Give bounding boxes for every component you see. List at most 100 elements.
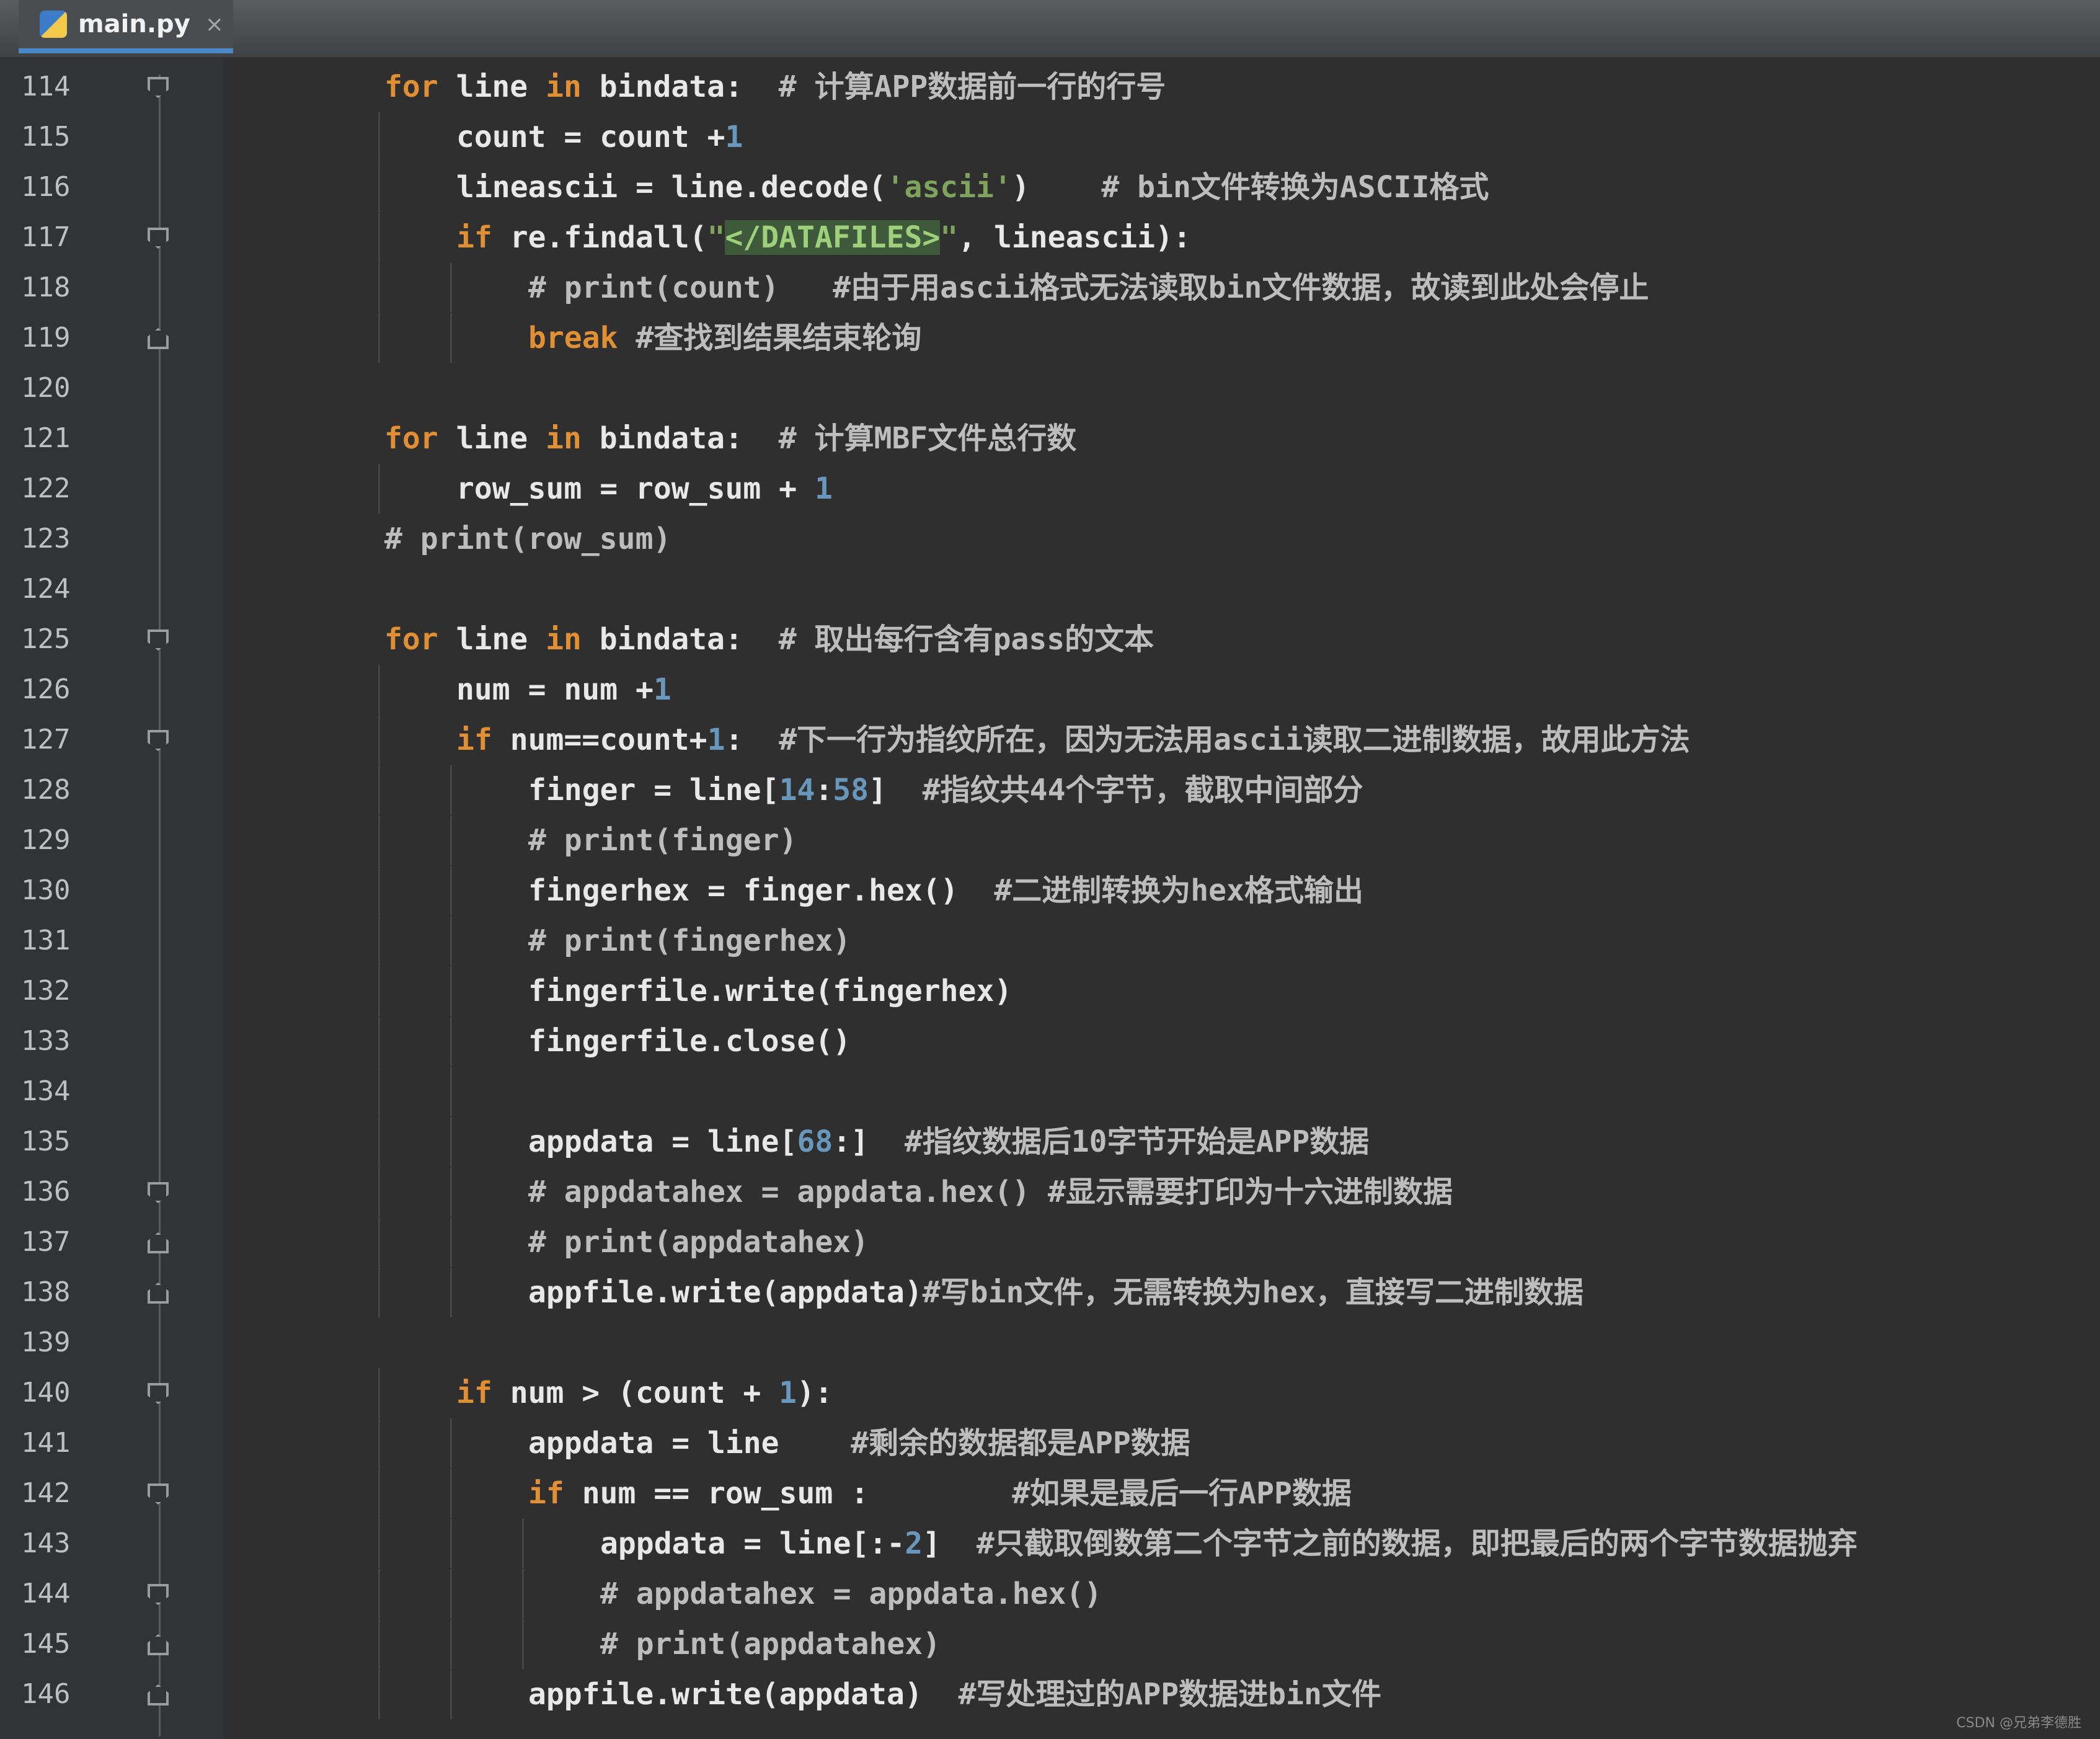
code-line[interactable]: 122 row_sum = row_sum + 1 <box>0 464 2100 514</box>
indent-guide <box>450 1167 452 1217</box>
code-line[interactable]: 121 for line in bindata: # 计算MBF文件总行数 <box>0 414 2100 463</box>
keyword-token: in <box>546 69 582 104</box>
fold-end-icon[interactable] <box>148 328 169 349</box>
fold-end-icon[interactable] <box>148 1634 169 1655</box>
tab-main-py[interactable]: main.py × <box>19 0 233 53</box>
python-file-icon <box>40 11 67 38</box>
code-text: if num > (count + 1): <box>456 1368 833 1418</box>
code-text: for line in bindata: # 取出每行含有pass的文本 <box>384 615 1154 664</box>
comment-token: #如果是最后一行APP数据 <box>1012 1476 1352 1511</box>
code-line[interactable]: 130 fingerhex = finger.hex() #二进制转换为hex格式… <box>0 866 2100 915</box>
fold-start-icon[interactable] <box>148 77 169 98</box>
code-text: # print(fingerhex) <box>528 916 851 966</box>
code-line[interactable]: 135 appdata = line[68:] #指纹数据后10字节开始是APP数… <box>0 1117 2100 1167</box>
indent-guide <box>378 263 380 313</box>
code-token: appfile.write(appdata) <box>528 1275 923 1310</box>
comment-token: #剩余的数据都是APP数据 <box>851 1426 1190 1461</box>
indent-guide <box>378 1569 380 1619</box>
code-line[interactable]: 124 <box>0 564 2100 614</box>
keyword-token: in <box>546 421 582 456</box>
indent-guide <box>378 1217 380 1267</box>
fold-end-icon[interactable] <box>148 1684 169 1706</box>
close-icon[interactable]: × <box>205 12 224 37</box>
code-line[interactable]: 117 if re.findall("</DATAFILES>", lineasc… <box>0 213 2100 262</box>
comment-token: #写处理过的APP数据进bin文件 <box>958 1677 1381 1712</box>
watermark: CSDN @兄弟李德胜 <box>1956 1715 2081 1731</box>
code-line[interactable]: 123 # print(row_sum) <box>0 514 2100 564</box>
fold-end-icon[interactable] <box>148 1283 169 1304</box>
code-text: fingerfile.write(fingerhex) <box>528 966 1012 1016</box>
code-line[interactable]: 134 <box>0 1067 2100 1116</box>
fold-start-icon[interactable] <box>148 1584 169 1605</box>
code-line[interactable]: 120 <box>0 363 2100 413</box>
number-token: 1 <box>725 120 743 154</box>
code-line[interactable]: 137 # print(appdatahex) <box>0 1217 2100 1267</box>
code-token: ): <box>797 1376 833 1410</box>
code-line[interactable]: 115 count = count +1 <box>0 112 2100 162</box>
code-token: re.findall( <box>492 220 707 255</box>
code-line[interactable]: 136 # appdatahex = appdata.hex() #显示需要打印为… <box>0 1167 2100 1217</box>
line-number: 128 <box>21 774 71 806</box>
code-token: line <box>438 622 546 657</box>
comment-token: #二进制转换为hex格式输出 <box>994 873 1363 908</box>
fold-end-icon[interactable] <box>148 1232 169 1253</box>
code-line[interactable]: 140 if num > (count + 1): <box>0 1368 2100 1418</box>
code-line[interactable]: 145 # print(appdatahex) <box>0 1619 2100 1669</box>
comment-token: #只截取倒数第二个字节之前的数据，即把最后的两个字节数据抛弃 <box>976 1526 1858 1561</box>
code-line[interactable]: 116 lineascii = line.decode('ascii') # bi… <box>0 162 2100 212</box>
line-number: 135 <box>21 1126 71 1157</box>
code-line[interactable]: 128 finger = line[14:58] #指纹共44个字节，截取中间部分 <box>0 765 2100 815</box>
indent-guide <box>378 1519 380 1568</box>
code-text: # appdatahex = appdata.hex() <box>600 1569 1102 1619</box>
code-text: count = count +1 <box>456 112 743 162</box>
tab-label: main.py <box>78 10 190 38</box>
comment-token: # print(count) #由于用ascii格式无法读取bin文件数据，故读… <box>528 270 1649 305</box>
indent-guide <box>450 1217 452 1267</box>
keyword-token: break <box>528 321 618 355</box>
indent-guide <box>378 1418 380 1468</box>
fold-start-icon[interactable] <box>148 1383 169 1404</box>
code-line[interactable]: 138 appfile.write(appdata)#写bin文件，无需转换为he… <box>0 1268 2100 1317</box>
code-line[interactable]: 119 break #查找到结果结束轮询 <box>0 313 2100 363</box>
code-line[interactable]: 114 for line in bindata: # 计算APP数据前一行的行号 <box>0 62 2100 112</box>
code-text: appdata = line[68:] #指纹数据后10字节开始是APP数据 <box>528 1117 1369 1167</box>
keyword-token: for <box>384 421 438 456</box>
code-line[interactable]: 139 <box>0 1318 2100 1368</box>
code-line[interactable]: 127 if num==count+1: #下一行为指纹所在，因为无法用ascii… <box>0 715 2100 765</box>
code-line[interactable]: 141 appdata = line #剩余的数据都是APP数据 <box>0 1418 2100 1468</box>
code-line[interactable]: 129 # print(finger) <box>0 816 2100 865</box>
code-line[interactable]: 133 fingerfile.close() <box>0 1016 2100 1066</box>
code-line[interactable]: 125 for line in bindata: # 取出每行含有pass的文本 <box>0 615 2100 664</box>
code-line[interactable]: 132 fingerfile.write(fingerhex) <box>0 966 2100 1016</box>
code-line[interactable]: 146 appfile.write(appdata) #写处理过的APP数据进bi… <box>0 1670 2100 1719</box>
fold-start-icon[interactable] <box>148 1182 169 1203</box>
indent-guide <box>450 1469 452 1518</box>
code-text: appdata = line[:-2] #只截取倒数第二个字节之前的数据，即把最… <box>600 1519 1858 1568</box>
number-token: 1 <box>779 1376 797 1410</box>
code-line[interactable]: 118 # print(count) #由于用ascii格式无法读取bin文件数据… <box>0 263 2100 313</box>
code-text: if num == row_sum : #如果是最后一行APP数据 <box>528 1469 1352 1518</box>
code-line[interactable]: 143 appdata = line[:-2] #只截取倒数第二个字节之前的数据，… <box>0 1519 2100 1568</box>
indent-guide <box>378 1117 380 1167</box>
code-token: line <box>438 421 546 456</box>
code-token: num==count+ <box>492 723 707 757</box>
code-token: appdata = line[ <box>528 1124 797 1159</box>
code-line[interactable]: 131 # print(fingerhex) <box>0 916 2100 966</box>
string-token: 'ascii' <box>886 170 1012 205</box>
fold-start-icon[interactable] <box>148 730 169 751</box>
fold-start-icon[interactable] <box>148 1483 169 1505</box>
code-line[interactable]: 144 # appdatahex = appdata.hex() <box>0 1569 2100 1619</box>
keyword-token: if <box>528 1476 564 1511</box>
number-token: 2 <box>905 1526 923 1561</box>
fold-start-icon[interactable] <box>148 228 169 249</box>
code-line[interactable]: 126 num = num +1 <box>0 665 2100 714</box>
indent-guide <box>378 213 380 262</box>
line-number: 125 <box>21 623 71 655</box>
code-line[interactable]: 142 if num == row_sum : #如果是最后一行APP数据 <box>0 1469 2100 1518</box>
code-text: # appdatahex = appdata.hex() #显示需要打印为十六进… <box>528 1167 1453 1217</box>
indent-guide <box>450 916 452 966</box>
indent-guide <box>378 112 380 162</box>
code-text: for line in bindata: # 计算APP数据前一行的行号 <box>384 62 1166 112</box>
fold-start-icon[interactable] <box>148 629 169 651</box>
